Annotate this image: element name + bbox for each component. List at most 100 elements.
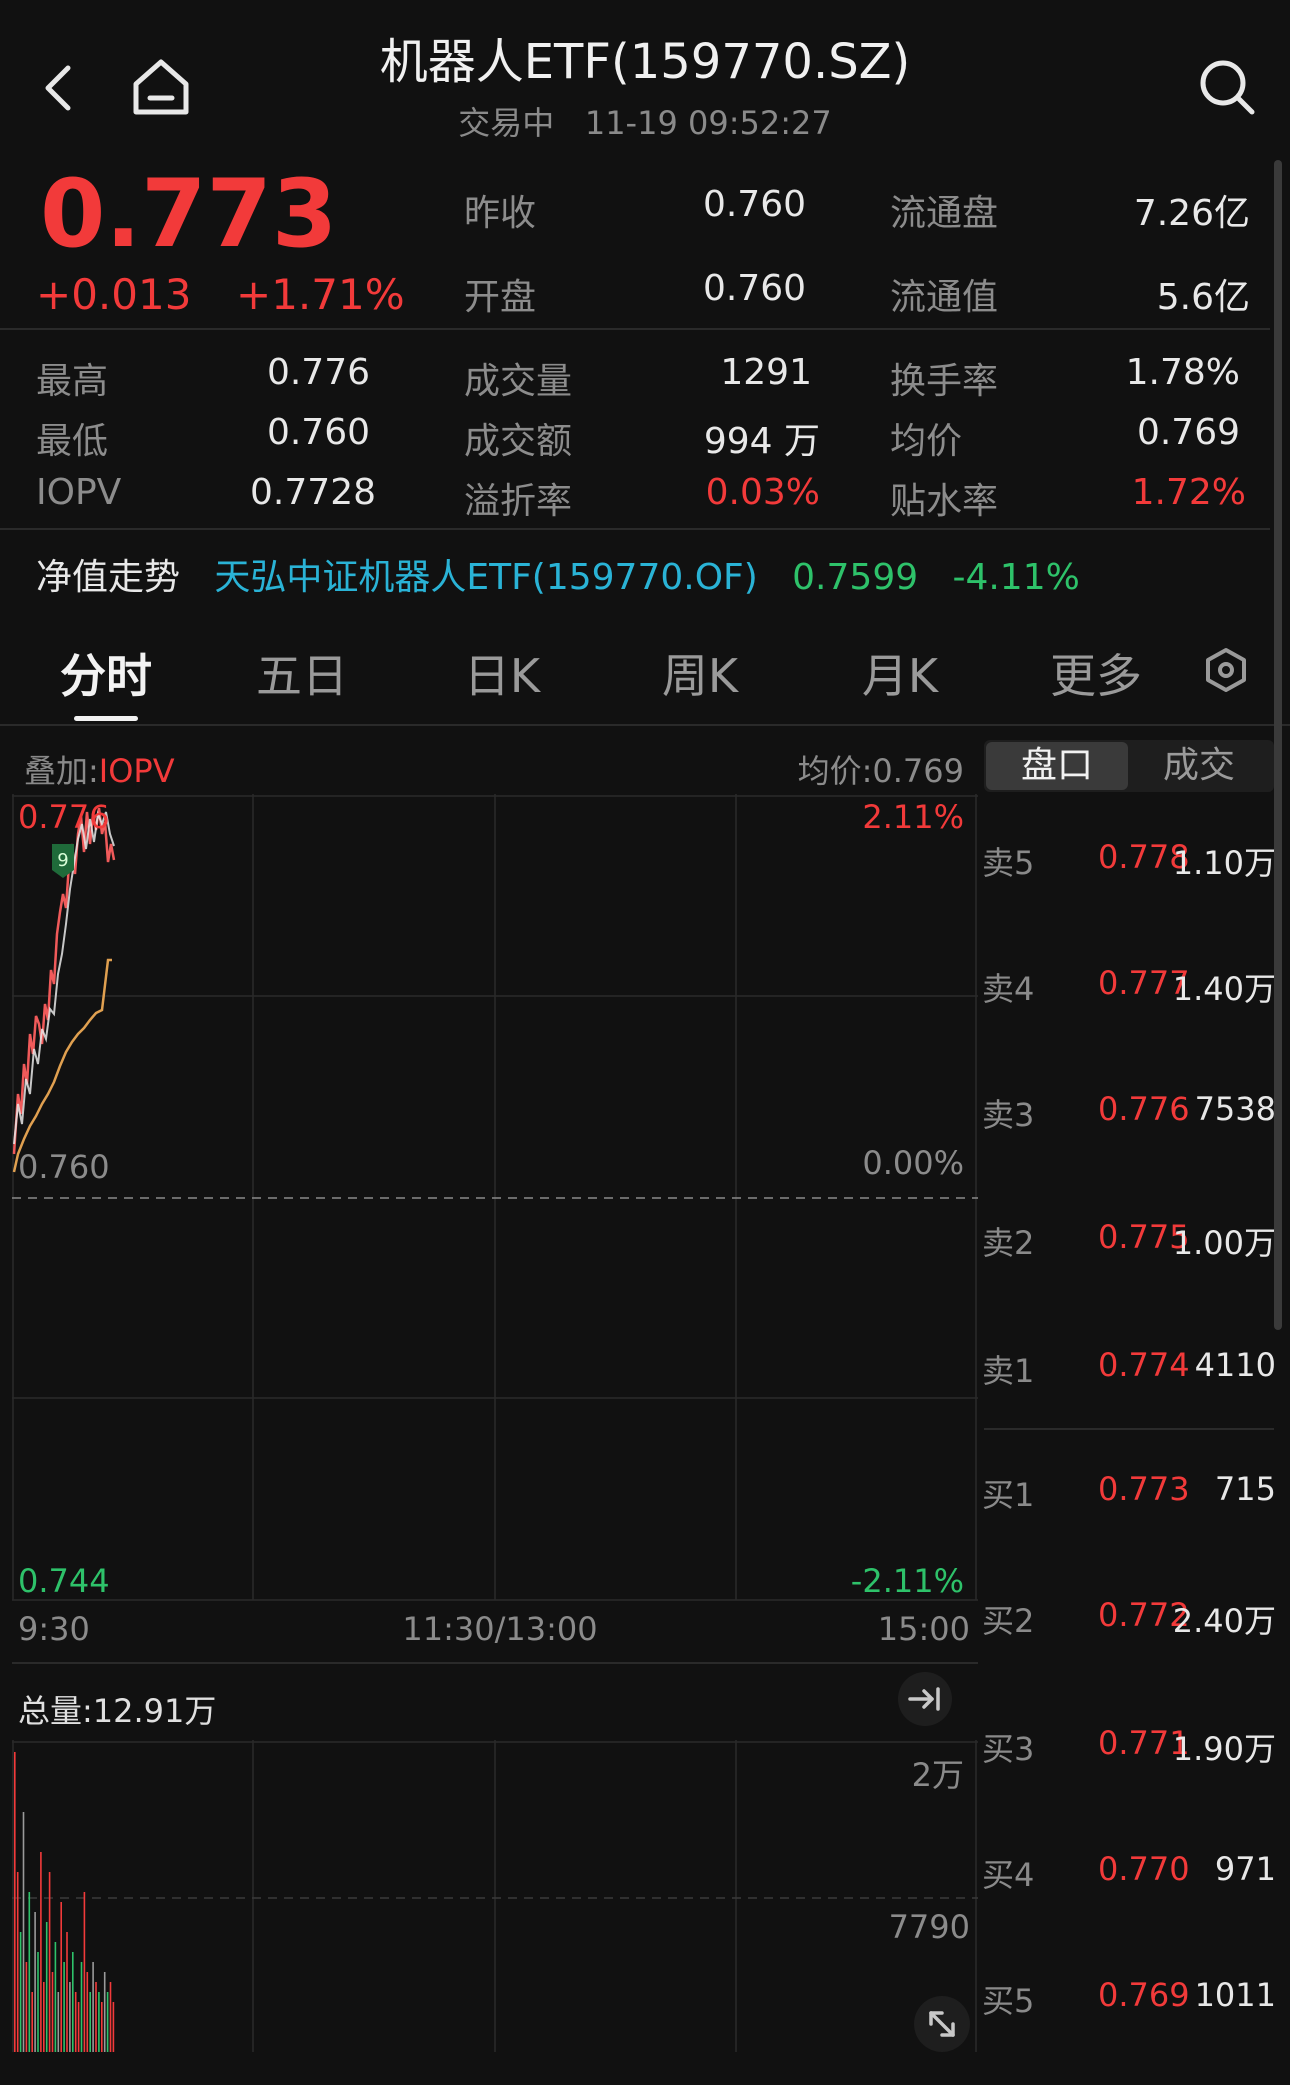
nav-trend-row[interactable]: 净值走势 天弘中证机器人ETF(159770.OF) 0.7599 -4.11%	[36, 548, 1080, 600]
ask-4-label: 卖4	[982, 970, 1035, 1008]
bid-4-label: 买4	[982, 1856, 1035, 1894]
open-value: 0.760	[702, 268, 806, 309]
volume-bar	[16, 1872, 19, 2052]
volume-bar	[74, 1992, 77, 2052]
price-change: +0.013	[36, 270, 192, 319]
volume-axis-top: 2万	[911, 1756, 964, 1794]
arrow-to-right-icon	[908, 1687, 940, 1711]
bid-3-label: 买3	[982, 1730, 1035, 1768]
volume-bar	[95, 1982, 97, 2052]
chart-avg-price: 均价:0.769	[797, 752, 964, 790]
y-axis-mid-price: 0.760	[18, 1148, 110, 1186]
volume-bar	[101, 2002, 103, 2052]
volume-bar	[66, 1932, 68, 2052]
y-axis-bottom-pct: -2.11%	[850, 1562, 964, 1600]
volume-bar	[34, 1912, 36, 2052]
tab-more[interactable]: 更多	[1016, 640, 1176, 706]
volume-bar	[92, 1962, 94, 2052]
bid-5-price[interactable]: 0.769	[1098, 1976, 1190, 2014]
high-value: 0.776	[266, 352, 370, 393]
avg-price-label: 均价	[890, 421, 963, 462]
last-price: 0.773	[40, 160, 338, 269]
fullscreen-button[interactable]	[914, 1996, 970, 2052]
tab-weekly-k[interactable]: 周K	[620, 640, 780, 706]
status-text: 交易中	[458, 104, 555, 142]
volume-bar	[60, 1902, 62, 2052]
volume-bar	[80, 1962, 83, 2052]
tab-active-indicator	[74, 716, 138, 721]
volume-bar	[69, 1982, 71, 2052]
tab-daily-k[interactable]: 日K	[422, 640, 582, 706]
high-label: 最高	[36, 361, 109, 402]
volume-bar	[37, 1952, 39, 2052]
volume-bar	[103, 1972, 106, 2052]
bid-3-volume: 1.90万	[1172, 1730, 1276, 1768]
open-label: 开盘	[464, 277, 537, 318]
volume-bar	[28, 1892, 31, 2052]
amount-label: 成交额	[464, 421, 573, 462]
ask-3-price[interactable]: 0.776	[1098, 1090, 1190, 1128]
bid-1-volume: 715	[1214, 1470, 1276, 1508]
volume-bar	[57, 1992, 60, 2052]
prev-close-value: 0.760	[702, 184, 806, 225]
overlay-selector[interactable]: 叠加:IOPV	[24, 746, 175, 792]
status-datetime: 11-19 09:52:27	[584, 104, 832, 142]
volume-value: 1291	[720, 352, 812, 393]
tab-five-day[interactable]: 五日	[222, 640, 382, 706]
turnover-label: 换手率	[890, 361, 999, 402]
intraday-chart[interactable]: 9	[12, 794, 978, 1604]
premium-label: 溢折率	[464, 481, 573, 522]
bid-5-label: 买5	[982, 1982, 1035, 2020]
avg-price-value: 0.769	[1136, 412, 1240, 453]
bid-1-price[interactable]: 0.773	[1098, 1470, 1190, 1508]
volume-axis-mid: 7790	[888, 1908, 970, 1946]
page-title: 机器人ETF(159770.SZ)	[379, 34, 911, 90]
volume-bars	[14, 1752, 115, 2052]
nav-label: 净值走势	[36, 557, 181, 598]
volume-bar	[14, 1752, 16, 2052]
tab-intraday[interactable]: 分时	[26, 640, 186, 706]
volume-bar	[86, 1972, 89, 2052]
nav-change: -4.11%	[952, 557, 1080, 598]
expand-icon	[929, 2011, 955, 2037]
volume-bar	[63, 1962, 65, 2052]
tab-order-book[interactable]: 盘口	[986, 742, 1128, 790]
volume-bar	[112, 2002, 115, 2052]
nav-fund-link[interactable]: 天弘中证机器人ETF(159770.OF)	[214, 557, 757, 598]
search-button[interactable]	[1196, 56, 1258, 118]
collapse-volume-button[interactable]	[898, 1672, 952, 1726]
tab-monthly-k[interactable]: 月K	[820, 640, 980, 706]
bid-4-price[interactable]: 0.770	[1098, 1850, 1190, 1888]
ask-1-price[interactable]: 0.774	[1098, 1346, 1190, 1384]
nav-value: 0.7599	[792, 557, 919, 598]
scrollbar[interactable]	[1274, 160, 1282, 1330]
divider	[12, 1662, 978, 1664]
ask-2-label: 卖2	[982, 1224, 1035, 1262]
volume-bar	[98, 1992, 100, 2052]
chart-settings-button[interactable]	[1202, 646, 1250, 694]
volume-bar	[106, 1992, 109, 2052]
volume-bar	[109, 1982, 112, 2052]
volume-bar	[83, 1892, 86, 2052]
volume-bar	[22, 1812, 25, 2052]
divider	[0, 528, 1270, 530]
y-axis-mid-pct: 0.00%	[862, 1144, 964, 1182]
event-badge: 9	[57, 850, 68, 871]
volume-bar	[40, 1852, 42, 2052]
ask-3-label: 卖3	[982, 1096, 1035, 1134]
prev-close-label: 昨收	[464, 193, 537, 234]
volume-bar	[48, 1872, 51, 2052]
float-shares-value: 7.26亿	[1133, 193, 1250, 234]
y-axis-top-pct: 2.11%	[862, 798, 964, 836]
order-book-divider	[984, 1428, 1274, 1430]
volume-bar	[19, 1932, 22, 2052]
tab-order-book-label: 盘口	[1020, 745, 1093, 786]
iopv-value: 0.7728	[250, 472, 376, 513]
bid-2-volume: 2.40万	[1172, 1602, 1276, 1640]
discount-label: 贴水率	[890, 481, 999, 522]
float-value-value: 5.6亿	[1156, 277, 1250, 318]
x-axis-mid: 11:30/13:00	[402, 1610, 598, 1648]
volume-bar	[89, 1992, 91, 2052]
tab-trades[interactable]: 成交	[1128, 742, 1270, 790]
ask-5-volume: 1.10万	[1172, 844, 1276, 882]
